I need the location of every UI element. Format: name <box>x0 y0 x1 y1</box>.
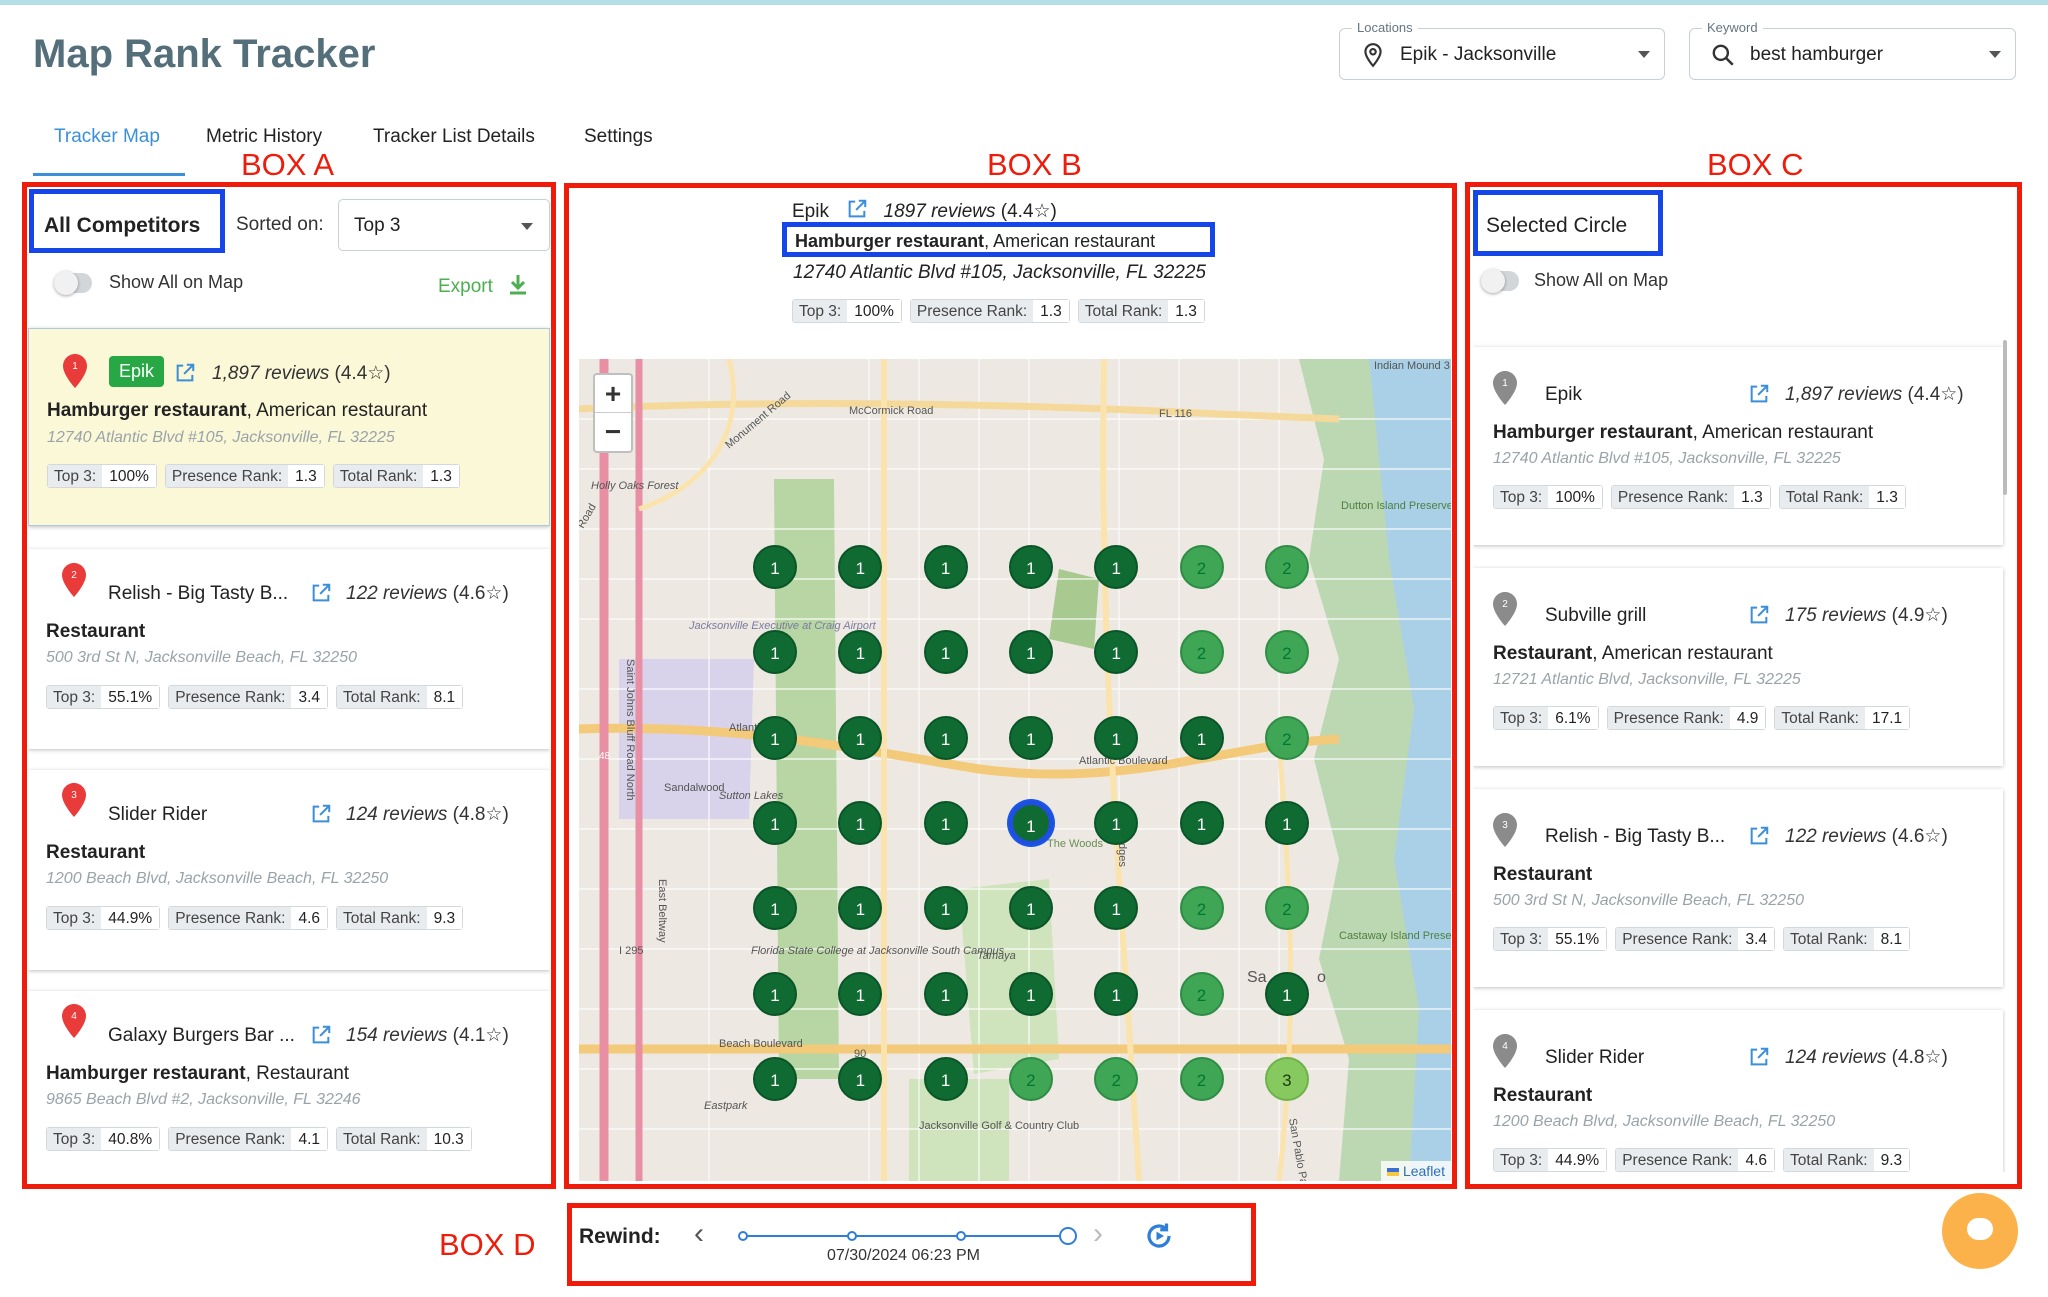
keyword-select[interactable]: Keyword best hamburger <box>1689 20 2016 80</box>
keyword-select-value: best hamburger <box>1750 44 1884 65</box>
annotation-label-b: BOX B <box>987 147 1082 182</box>
chat-button[interactable] <box>1942 1193 2018 1269</box>
location-select-value: Epik - Jacksonville <box>1400 44 1557 65</box>
search-icon <box>1712 44 1734 66</box>
location-select-legend: Locations <box>1352 20 1418 35</box>
tab-tracker-map[interactable]: Tracker Map <box>54 126 160 148</box>
tab-tracker-list-details[interactable]: Tracker List Details <box>373 126 535 148</box>
top-accent-line <box>0 0 2048 5</box>
annotation-box-c <box>1465 182 2022 1189</box>
annotation-box-b <box>564 183 1457 1189</box>
page-title: Map Rank Tracker <box>33 32 376 76</box>
tab-active-indicator <box>33 173 185 176</box>
annotation-label-c: BOX C <box>1707 147 1804 182</box>
location-select[interactable]: Locations Epik - Jacksonville <box>1339 20 1665 80</box>
chevron-down-icon <box>1638 51 1650 58</box>
annotation-label-a: BOX A <box>241 147 335 182</box>
annotation-label-d: BOX D <box>439 1227 536 1262</box>
chevron-down-icon <box>1989 51 2001 58</box>
annotation-box-d <box>567 1203 1256 1286</box>
keyword-select-legend: Keyword <box>1702 20 1763 35</box>
map-pin-icon <box>1364 43 1382 68</box>
annotation-box-a <box>22 182 556 1189</box>
tab-settings[interactable]: Settings <box>584 126 653 148</box>
tab-metric-history[interactable]: Metric History <box>206 126 322 148</box>
